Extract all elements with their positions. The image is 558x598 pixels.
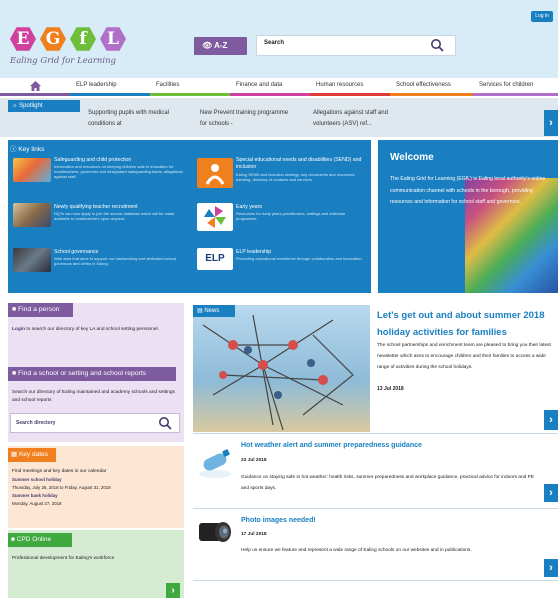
bottle-image[interactable]: [197, 444, 233, 480]
nav-elp-leadership[interactable]: ELP leadership: [70, 78, 150, 96]
key-links-label: ⓘ Key links: [10, 143, 44, 153]
home-icon: [30, 81, 41, 91]
key-link-desc: NQTs can now apply to join the secure da…: [54, 211, 175, 221]
key-link-desc: Resources for early years practitioners,…: [236, 211, 346, 221]
key-link-desc: Information and resources on keeping chi…: [54, 164, 183, 179]
governance-image[interactable]: [13, 248, 51, 272]
key-dates-list: Find meetings and key dates in our calen…: [12, 468, 177, 508]
news-label-text: News: [204, 308, 220, 314]
pinwheel-icon: [204, 206, 226, 228]
find-person-text-body: to search our directory of key LA and sc…: [25, 327, 159, 332]
key-link-title[interactable]: Newly qualifying teacher recruitment: [54, 204, 189, 211]
key-dates-label-text: Key dates: [18, 451, 48, 458]
news-date: 17 Jul 2018: [241, 532, 267, 537]
spotlight-item[interactable]: Supporting pupils with medical condition…: [88, 108, 180, 130]
find-person-text: Login to search our directory of key LA …: [12, 326, 177, 334]
key-link-desc: Web area that aims to support our hardwo…: [54, 256, 177, 266]
calendar-icon: ▦: [11, 451, 19, 458]
find-person-label: ■ Find a person: [8, 303, 73, 317]
search-label: Search: [264, 40, 285, 46]
login-link[interactable]: Login: [12, 327, 25, 332]
a-z-button[interactable]: 👁︎ A-Z: [194, 37, 247, 55]
news-divider: [193, 508, 558, 509]
key-link-desc: Ealing SEND and inclusion strategy, key …: [236, 172, 356, 182]
welcome-text: The Ealing Grid for Learning (EGfL) is E…: [390, 176, 546, 205]
welcome-title: Welcome: [390, 152, 434, 163]
camera-lens-image[interactable]: [197, 517, 233, 547]
nav-facilities[interactable]: Facilities: [150, 78, 230, 96]
cpd-next-button[interactable]: ›: [166, 583, 180, 598]
a-z-label: A-Z: [214, 41, 228, 50]
news-text: Guidance on staying safe in hot weather:…: [241, 475, 535, 491]
key-link-desc: Promoting educational excellence through…: [236, 256, 363, 261]
find-person-label-text: Find a person: [18, 306, 60, 313]
nav-services-for-children[interactable]: Services for children: [473, 78, 558, 96]
login-button[interactable]: Log in: [531, 11, 553, 22]
cpd-label[interactable]: ■ CPD Online: [8, 533, 72, 547]
news-date: 23 Jul 2018: [241, 458, 267, 463]
cpd-label-text: CPD Online: [16, 536, 52, 543]
search-icon[interactable]: [158, 416, 172, 430]
event-name[interactable]: Summer school holiday: [12, 476, 177, 484]
logo-tagline: Ealing Grid for Learning: [10, 56, 116, 66]
news-divider: [193, 433, 558, 434]
water-bottle-icon: [199, 449, 231, 478]
event-date: Monday, August 27, 2018: [12, 501, 62, 506]
news-lead-title[interactable]: Let's get out and about summer 2018 holi…: [377, 307, 555, 341]
news-lead-image[interactable]: [193, 305, 370, 432]
news-divider: [193, 580, 558, 581]
key-link-title[interactable]: Special educational needs and disabiliti…: [236, 157, 366, 171]
find-school-label-text: Find a school or setting and school repo…: [18, 370, 147, 377]
early-years-icon[interactable]: [197, 203, 233, 231]
key-dates-label: ▦ Key dates: [8, 448, 56, 462]
news-next-button[interactable]: ›: [544, 484, 558, 502]
cpd-text: Professional development for Ealing's wo…: [12, 556, 115, 561]
news-text: Help us ensure we feature and represent …: [241, 548, 472, 553]
site-search-input[interactable]: [256, 35, 456, 56]
spotlight-label-text: Spotlight: [19, 103, 43, 109]
send-figure-icon: [205, 164, 225, 185]
safeguarding-image[interactable]: [13, 158, 51, 182]
event-name[interactable]: Summer bank holiday: [12, 492, 177, 500]
key-links-label-text: Key links: [18, 146, 45, 153]
a-z-icon: 👁︎: [202, 41, 215, 50]
send-logo-icon[interactable]: [197, 158, 233, 188]
news-next-button[interactable]: ›: [544, 559, 558, 577]
key-link-title[interactable]: School governance: [54, 249, 189, 256]
news-title[interactable]: Hot weather alert and summer preparednes…: [241, 442, 422, 449]
nav-home[interactable]: [0, 78, 70, 96]
news-lead-text: The school partnerships and enrichment t…: [377, 343, 551, 370]
key-link-title[interactable]: Early years: [236, 204, 366, 211]
key-link-title[interactable]: Safeguarding and child protection: [54, 157, 189, 164]
spotlight-item[interactable]: Allegations against staff and volunteers…: [313, 108, 413, 130]
elp-logo[interactable]: ELP: [197, 248, 233, 270]
climbing-frame-image: [202, 314, 354, 431]
directory-search-placeholder: Search directory: [16, 420, 56, 426]
search-icon[interactable]: [430, 38, 444, 52]
find-school-label: ■ Find a school or setting and school re…: [8, 367, 176, 381]
nav-school-effectiveness[interactable]: School effectiveness: [390, 78, 473, 96]
main-nav: ELP leadership Facilities Finance and da…: [0, 78, 558, 96]
find-school-text: Search our directory of Ealing maintaine…: [12, 390, 175, 403]
spotlight-item[interactable]: New Prevent training programme for schoo…: [200, 108, 292, 130]
nqt-image[interactable]: [13, 203, 51, 227]
news-lead-date: 13 Jul 2018: [377, 386, 404, 392]
news-lead-next-button[interactable]: ›: [544, 410, 558, 430]
key-dates-intro[interactable]: Find meetings and key dates in our calen…: [12, 468, 177, 476]
event-date: Thursday, July 26, 2018 to Friday, Augus…: [12, 485, 111, 490]
key-link-title[interactable]: ELP leadership: [236, 249, 366, 256]
nav-finance-and-data[interactable]: Finance and data: [230, 78, 310, 96]
news-title[interactable]: Photo images needed!: [241, 517, 316, 524]
camera-lens-icon: [199, 522, 231, 542]
spotlight-next-button[interactable]: ›: [544, 110, 558, 136]
spotlight-label: ☼ Spotlight: [8, 100, 80, 112]
news-label: ▤ News: [193, 305, 235, 317]
nav-human-resources[interactable]: Human resources: [310, 78, 390, 96]
